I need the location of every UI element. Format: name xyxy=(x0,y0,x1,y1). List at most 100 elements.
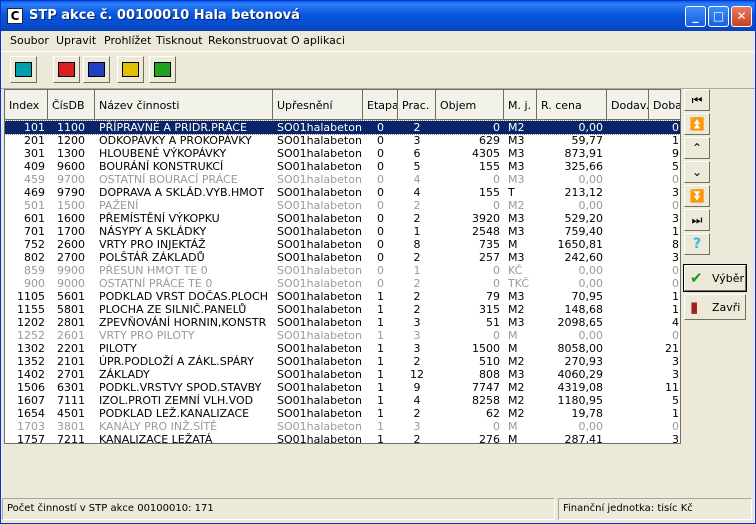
table-row[interactable]: 1202 2801 ZPEVŇOVÁNÍ HORNIN,KONSTR SO01hala… xyxy=(5,316,680,329)
toolbar-table-button[interactable] xyxy=(83,56,110,83)
column-header-dodav[interactable]: Dodav. xyxy=(607,90,649,120)
cell-rcena: 873,91 xyxy=(564,147,604,160)
help-button[interactable]: ? xyxy=(684,233,710,255)
table-row[interactable]: 1105 5601 PODKLAD VRST DOČAS.PLOCH SO01hala… xyxy=(5,290,680,303)
close-button[interactable]: ▮ Zavři xyxy=(684,294,746,320)
activities-grid[interactable]: Index ČísDB Název činnosti Upřesnění Eta… xyxy=(4,89,681,444)
cell-upresneni: SO01halabeton xyxy=(277,290,362,303)
last-record-button[interactable]: ⏭ xyxy=(684,209,710,231)
cell-cisdb: 3801 xyxy=(57,420,85,433)
cell-prac: 12 xyxy=(410,368,424,381)
cell-objem: 1500 xyxy=(472,342,500,355)
cell-dodav xyxy=(607,160,647,173)
cell-upresneni: SO01halabeton xyxy=(277,199,362,212)
cell-nazev: PILOTY xyxy=(99,342,137,355)
cell-nazev: ODKOPÁVKY A PROKOPÁVKY xyxy=(99,134,252,147)
menu-tisknout[interactable]: Tisknout xyxy=(156,34,203,47)
table-row[interactable]: 501 1500 PAŽENÍ SO01halabeton 0 2 0 M2 0,00 0 xyxy=(5,199,680,212)
cell-doba: 0 xyxy=(672,420,679,433)
cell-doba: 3 xyxy=(672,186,679,199)
toolbar-tree-button[interactable] xyxy=(10,56,37,83)
table-row[interactable]: 1703 3801 KANÁLY PRO INŽ.SÍTĚ SO01halabeton… xyxy=(5,420,680,433)
toolbar-chart-button[interactable] xyxy=(117,56,144,83)
close-window-button[interactable]: ✕ xyxy=(731,6,752,27)
cell-cisdb: 1300 xyxy=(57,147,85,160)
page-down-button[interactable]: ⏬ xyxy=(684,185,710,207)
menu-prohlizet[interactable]: Prohlížet xyxy=(104,34,151,47)
table-row[interactable]: 701 1700 NÁSYPY A SKLÁDKY SO01halabeton 0 1 25… xyxy=(5,225,680,238)
cell-nazev: HLOUBENÉ VÝKOPÁVKY xyxy=(99,147,227,160)
table-row[interactable]: 1506 6301 PODKL.VRSTVY SPOD.STAVBY SO01hala… xyxy=(5,381,680,394)
cell-dodav xyxy=(607,225,647,238)
app-icon[interactable]: C xyxy=(7,8,23,24)
cell-dodav xyxy=(607,121,647,134)
cell-mj: M xyxy=(508,433,518,444)
maximize-button[interactable]: □ xyxy=(708,6,729,27)
cell-prac: 2 xyxy=(413,251,421,264)
column-header-prac[interactable]: Prac. xyxy=(398,90,436,120)
toolbar-list-button[interactable] xyxy=(149,56,176,83)
cell-upresneni: SO01halabeton xyxy=(277,225,362,238)
column-header-upresneni[interactable]: Upřesnění xyxy=(273,90,363,120)
page-up-icon: ⏫ xyxy=(689,117,705,131)
cell-rcena: 2098,65 xyxy=(557,316,604,329)
first-record-button[interactable]: ⏮ xyxy=(684,89,710,111)
column-header-nazev[interactable]: Název činnosti xyxy=(95,90,273,120)
table-row[interactable]: 802 2700 POLŠTÁŘ ZÁKLADŮ SO01halabeton 0 2 257… xyxy=(5,251,680,264)
table-row[interactable]: 409 9600 BOURÁNÍ KONSTRUKCÍ SO01halabeton 0 5… xyxy=(5,160,680,173)
table-row[interactable]: 201 1200 ODKOPÁVKY A PROKOPÁVKY SO01halabet… xyxy=(5,134,680,147)
next-record-button[interactable]: ⌄ xyxy=(684,161,710,183)
page-up-button[interactable]: ⏫ xyxy=(684,113,710,135)
table-row[interactable]: 1302 2201 PILOTY SO01halabeton 1 3 1500 M 8058,0… xyxy=(5,342,680,355)
table-row[interactable]: 469 9790 DOPRAVA A SKLÁD.VYB.HMOT SO01halab… xyxy=(5,186,680,199)
table-row[interactable]: 1252 2601 VRTY PRO PILOTY SO01halabeton 1 3 0 M… xyxy=(5,329,680,342)
cell-rcena: 325,66 xyxy=(564,160,604,173)
table-row[interactable]: 1654 4501 PODKLAD LEŽ.KANALIZACE SO01halabe… xyxy=(5,407,680,420)
table-row[interactable]: 1155 5801 PLOCHA ZE SILNIČ.PANELŮ SO01halab… xyxy=(5,303,680,316)
menu-upravit[interactable]: Upravit xyxy=(56,34,96,47)
column-header-objem[interactable]: Objem xyxy=(436,90,504,120)
tree-icon xyxy=(15,62,32,77)
table-row[interactable]: 101 1100 PŘÍPRAVNÉ A PRIDR.PRÁCE SO01halabe… xyxy=(5,120,680,135)
column-header-etapa[interactable]: Etapa xyxy=(363,90,398,120)
minimize-button[interactable]: _ xyxy=(685,6,706,27)
title-bar[interactable]: C STP akce č. 00100010 Hala betonová _ □… xyxy=(1,1,755,31)
cell-index: 701 xyxy=(24,225,45,238)
cell-nazev: PODKL.VRSTVY SPOD.STAVBY xyxy=(99,381,262,394)
cell-objem: 62 xyxy=(486,407,500,420)
table-row[interactable]: 752 2600 VRTY PRO INJEKTÁŽ SO01halabeton 0 8 7… xyxy=(5,238,680,251)
column-header-index[interactable]: Index xyxy=(5,90,48,120)
table-row[interactable]: 459 9700 OSTATNÍ BOURACÍ PRÁCE SO01halabeto… xyxy=(5,173,680,186)
cell-nazev: NÁSYPY A SKLÁDKY xyxy=(99,225,207,238)
cell-etapa: 0 xyxy=(377,238,384,251)
menu-o-aplikaci[interactable]: O aplikaci xyxy=(291,34,345,47)
column-header-doba[interactable]: Doba xyxy=(649,90,680,120)
cell-etapa: 1 xyxy=(377,355,384,368)
menu-rekonstruovat[interactable]: Rekonstruovat xyxy=(208,34,287,47)
cell-mj: M3 xyxy=(508,225,525,238)
column-header-mj[interactable]: M. j. xyxy=(504,90,537,120)
select-button[interactable]: ✔ Výběr xyxy=(683,264,747,292)
table-row[interactable]: 1352 2101 ÚPR.PODLOŽÍ A ZÁKL.SPÁRY SO01hala… xyxy=(5,355,680,368)
column-header-rcena[interactable]: R. cena xyxy=(537,90,607,120)
cell-objem: 0 xyxy=(493,329,500,342)
table-row[interactable]: 900 9000 OSTATNÍ PRÁCE TE 0 SO01halabeton 0 2… xyxy=(5,277,680,290)
table-row[interactable]: 859 9900 PŘESUN HMOT TE 0 SO01halabeton 0 1 0 K… xyxy=(5,264,680,277)
cell-dodav xyxy=(607,238,647,251)
toolbar-structure-button[interactable] xyxy=(53,56,80,83)
cell-nazev: PAŽENÍ xyxy=(99,199,139,212)
cell-doba: 11 xyxy=(665,381,679,394)
table-row[interactable]: 1607 7111 IZOL.PROTI ZEMNÍ VLH.VOD SO01hala… xyxy=(5,394,680,407)
table-row[interactable]: 301 1300 HLOUBENÉ VÝKOPÁVKY SO01halabeton 0 6… xyxy=(5,147,680,160)
table-row[interactable]: 1402 2701 ZÁKLADY SO01halabeton 1 12 808 M3 4060… xyxy=(5,368,680,381)
column-header-cisdb[interactable]: ČísDB xyxy=(48,90,95,120)
cell-cisdb: 4501 xyxy=(57,407,85,420)
menu-soubor[interactable]: Soubor xyxy=(10,34,49,47)
previous-record-button[interactable]: ⌃ xyxy=(684,137,710,159)
table-row[interactable]: 601 1600 PŘEMÍSTĚNÍ VÝKOPKU SO01halabeton 0 2… xyxy=(5,212,680,225)
cell-doba: 0 xyxy=(672,277,679,290)
cell-mj: M2 xyxy=(508,303,525,316)
table-row[interactable]: 1757 7211 KANALIZACE LEŽATÁ SO01halabeton 1 2… xyxy=(5,433,680,444)
cell-rcena: 8058,00 xyxy=(557,342,604,355)
cell-upresneni: SO01halabeton xyxy=(277,277,362,290)
